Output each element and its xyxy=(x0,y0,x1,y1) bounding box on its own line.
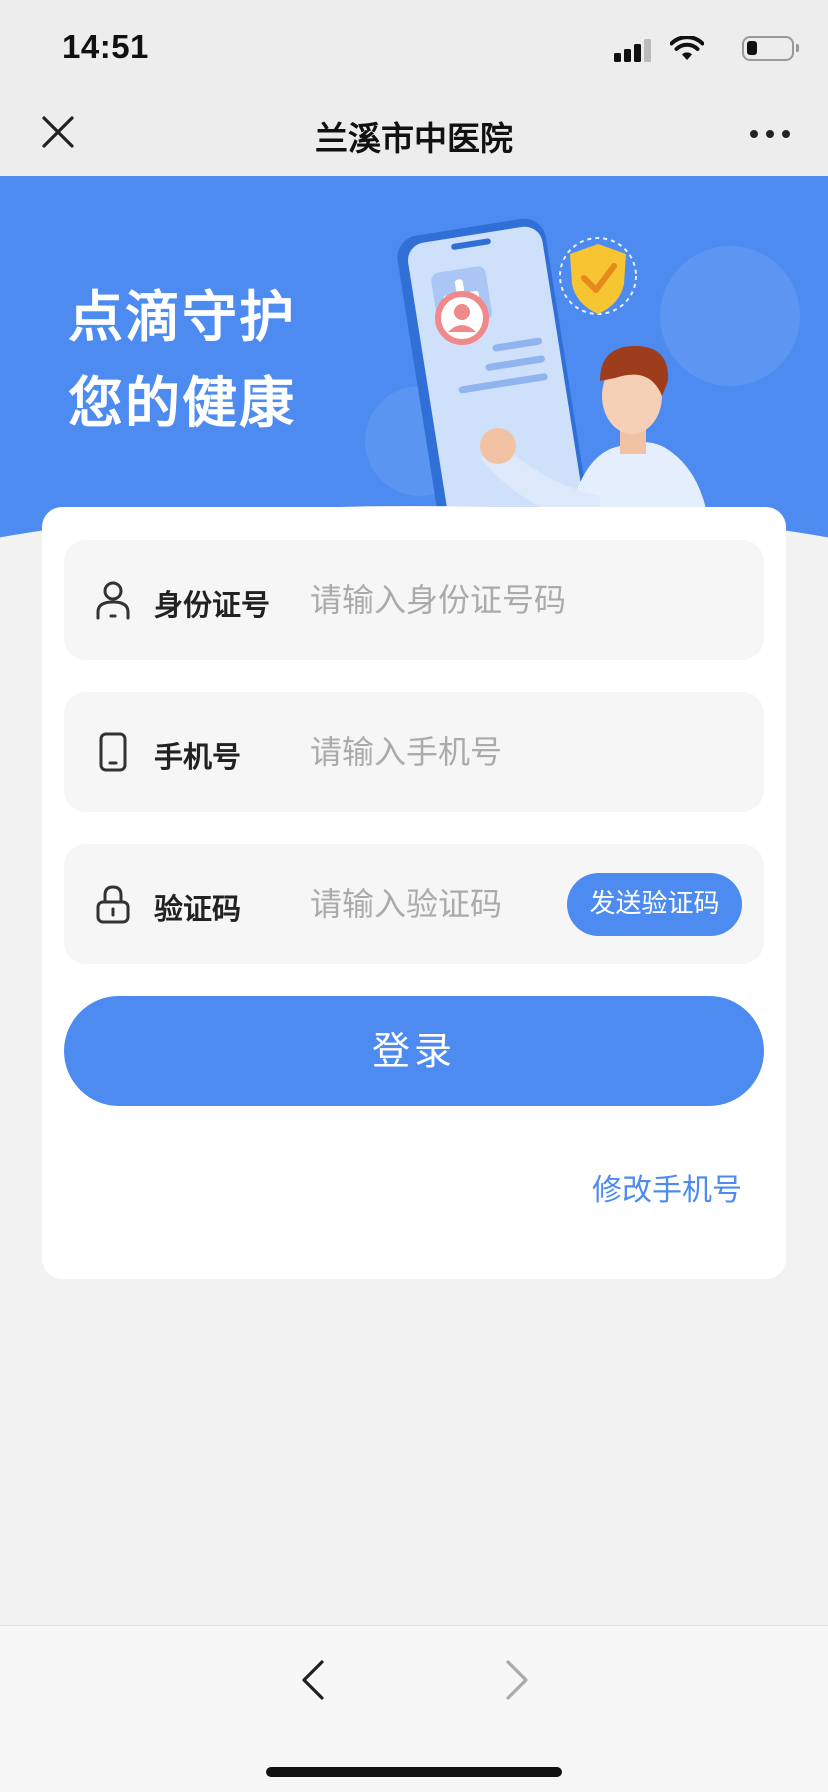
bottom-toolbar xyxy=(0,1625,828,1792)
banner-slogan-line1: 点滴守护 xyxy=(68,285,297,349)
page-title: 兰溪市中医院 xyxy=(315,119,513,158)
home-indicator xyxy=(266,1767,562,1777)
phone-label: 手机号 xyxy=(154,740,242,774)
more-icon[interactable] xyxy=(750,128,792,140)
lock-icon xyxy=(96,885,130,924)
id-number-label: 身份证号 xyxy=(154,588,271,622)
wifi-icon xyxy=(670,36,704,60)
banner-slogan-line2: 您的健康 xyxy=(68,371,297,435)
banner-slogan: 点滴守护 您的健康 xyxy=(68,274,296,446)
verification-code-label: 验证码 xyxy=(154,892,242,926)
battery-icon xyxy=(742,36,799,61)
login-button[interactable]: 登录 xyxy=(64,996,764,1106)
status-icons xyxy=(594,34,799,64)
id-number-field[interactable]: 身份证号 xyxy=(64,540,764,660)
id-number-input[interactable] xyxy=(310,570,730,630)
verification-code-input[interactable] xyxy=(310,874,550,934)
login-card: 身份证号 手机号 验证码 发送验证码 登录 修改手机号 xyxy=(42,507,786,1279)
status-bar: 14:51 xyxy=(0,0,828,98)
signal-icon xyxy=(614,38,654,62)
chevron-left-icon[interactable] xyxy=(296,1658,332,1702)
change-phone-link[interactable]: 修改手机号 xyxy=(592,1165,742,1209)
phone-input[interactable] xyxy=(310,722,730,782)
status-time: 14:51 xyxy=(62,28,149,65)
send-code-button[interactable]: 发送验证码 xyxy=(567,873,742,936)
phone-field[interactable]: 手机号 xyxy=(64,692,764,812)
chevron-right-icon[interactable] xyxy=(498,1658,534,1702)
nav-bar: 兰溪市中医院 xyxy=(0,98,828,176)
verification-code-field[interactable]: 验证码 发送验证码 xyxy=(64,844,764,964)
phone-icon xyxy=(99,732,127,772)
user-icon xyxy=(96,581,130,620)
